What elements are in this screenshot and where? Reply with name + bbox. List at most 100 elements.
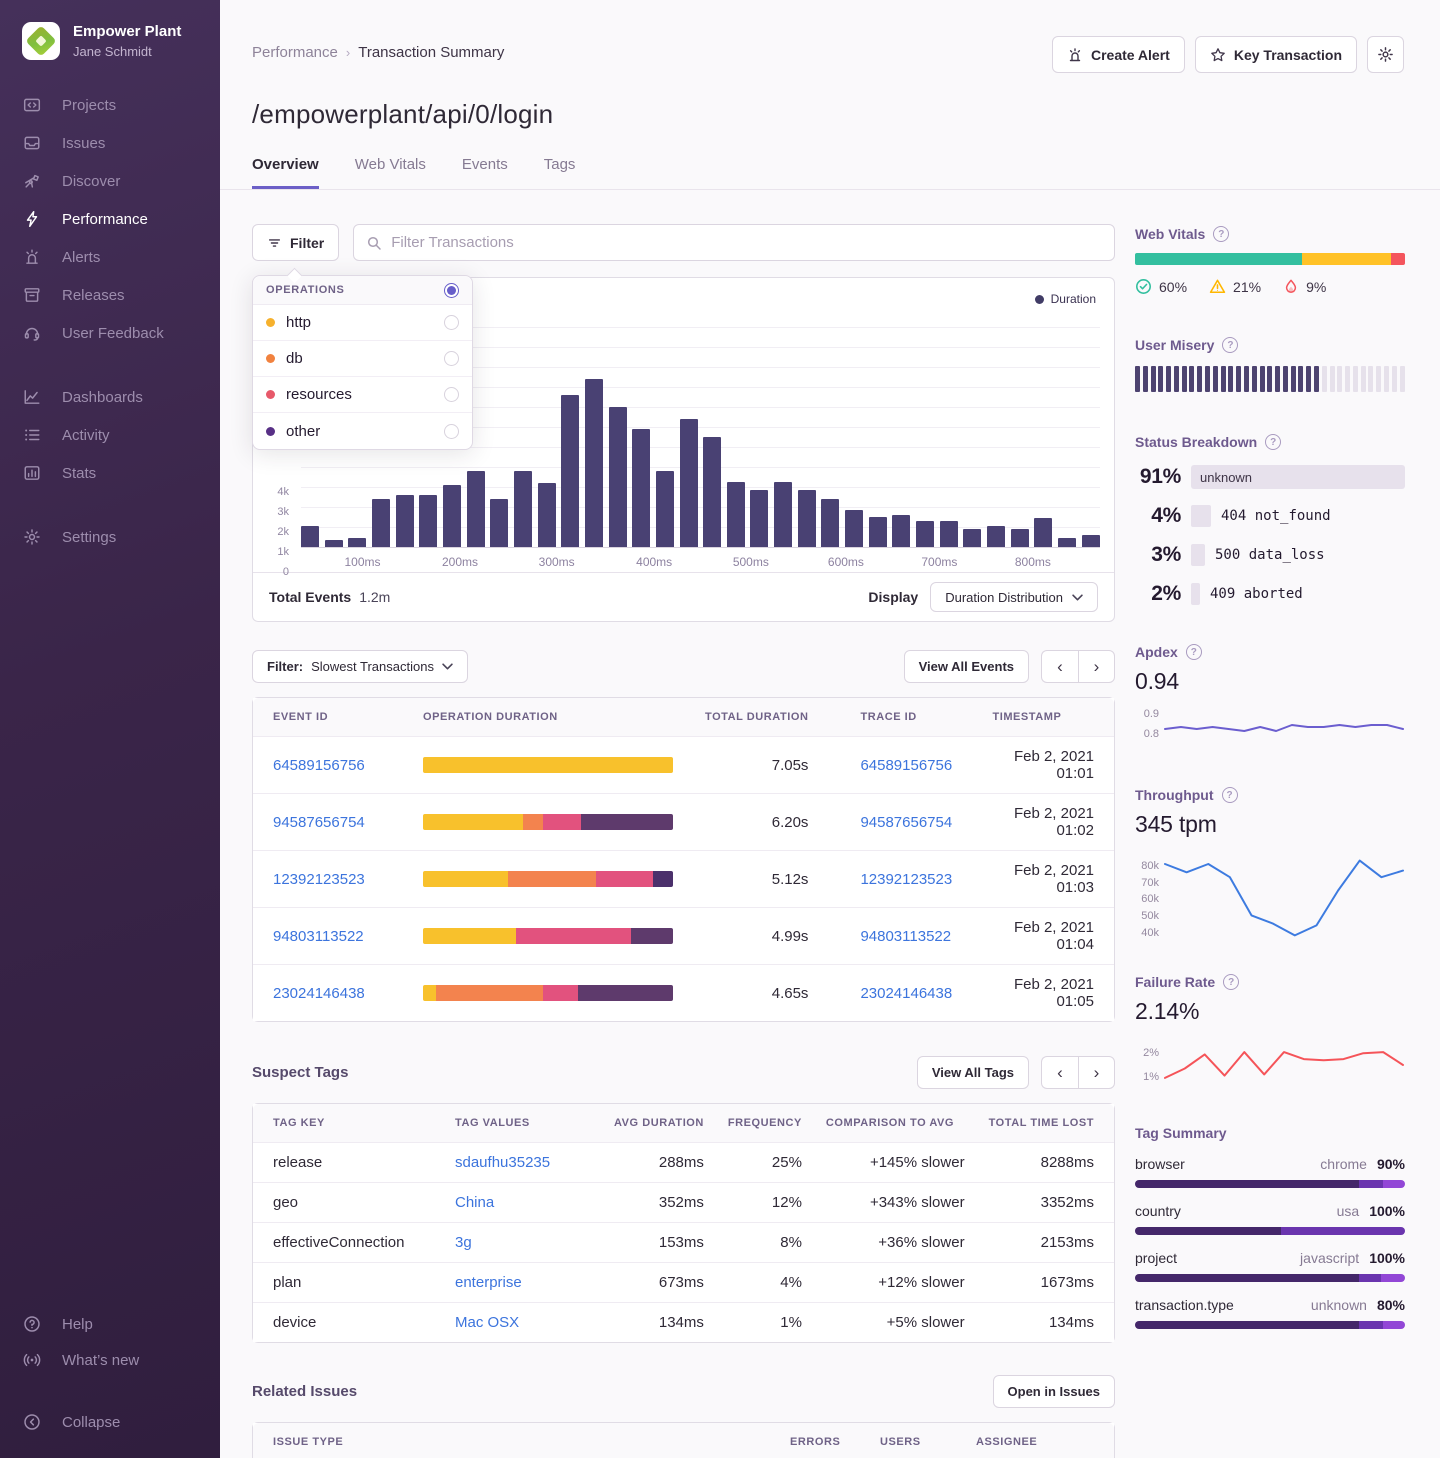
operations-all-radio[interactable] (444, 283, 459, 298)
tag-value-link[interactable]: Mac OSX (455, 1314, 519, 1331)
sidebar-item-dashboards[interactable]: Dashboards (0, 378, 220, 416)
operation-item-resources[interactable]: resources (253, 377, 472, 413)
event-id-link[interactable]: 12392123523 (273, 871, 365, 888)
tab-events[interactable]: Events (462, 156, 508, 189)
filter-button[interactable]: Filter (252, 224, 339, 261)
total-events-label: Total Events (269, 589, 351, 605)
display-select[interactable]: Duration Distribution (930, 582, 1098, 612)
events-table: EVENT ID OPERATION DURATION TOTAL DURATI… (253, 698, 1114, 1021)
tag-summary-value: chrome (1320, 1156, 1367, 1172)
sidebar-item-alerts[interactable]: Alerts (0, 238, 220, 276)
sidebar-item-projects[interactable]: Projects (0, 86, 220, 124)
breadcrumb-current: Transaction Summary (358, 44, 504, 61)
search-box (353, 224, 1115, 261)
view-all-events-button[interactable]: View All Events (904, 650, 1029, 683)
sidebar-item-settings[interactable]: Settings (0, 518, 220, 556)
operation-item-other[interactable]: other (253, 413, 472, 449)
operation-item-db[interactable]: db (253, 341, 472, 377)
timestamp: Feb 2, 2021 01:02 (980, 794, 1114, 851)
total-duration: 7.05s (693, 737, 820, 794)
operation-label: db (286, 350, 433, 367)
failure-rate-section: Failure Rate ? 2.14% 2%1% (1135, 974, 1405, 1087)
sidebar-item-user-feedback[interactable]: User Feedback (0, 314, 220, 352)
status-bar: unknown (1191, 465, 1405, 489)
next-page-button[interactable]: › (1078, 650, 1115, 683)
tag-summary-value: unknown (1311, 1297, 1367, 1313)
tag-key: device (253, 1303, 443, 1343)
create-alert-button[interactable]: Create Alert (1052, 36, 1185, 73)
events-filter-select[interactable]: Filter: Slowest Transactions (252, 650, 468, 683)
tag-summary-key: browser (1135, 1156, 1320, 1172)
event-id-link[interactable]: 64589156756 (273, 757, 365, 774)
sidebar-item-discover[interactable]: Discover (0, 162, 220, 200)
comparison: +145% slower (814, 1143, 977, 1183)
sidebar-item-whats-new[interactable]: What’s new (0, 1342, 220, 1378)
prev-page-button[interactable]: ‹ (1041, 1056, 1078, 1089)
search-input[interactable] (391, 234, 1102, 251)
warning-triangle-icon (1209, 278, 1226, 295)
help-icon[interactable]: ? (1222, 337, 1238, 353)
prev-page-button[interactable]: ‹ (1041, 650, 1078, 683)
breadcrumb-performance[interactable]: Performance (252, 44, 338, 61)
frequency: 12% (716, 1183, 814, 1223)
col-issue-type: ISSUE TYPE (253, 1423, 778, 1458)
operations-header-row[interactable]: OPERATIONS (253, 276, 472, 305)
key-transaction-label: Key Transaction (1234, 47, 1342, 63)
histogram-x-axis: 100ms200ms300ms400ms500ms600ms700ms800ms (301, 548, 1100, 572)
sidebar-item-help[interactable]: Help (0, 1306, 220, 1342)
tag-summary-value: javascript (1300, 1250, 1359, 1266)
tag-value-link[interactable]: enterprise (455, 1274, 522, 1291)
tag-row: release sdaufhu35235 288ms 25% +145% slo… (253, 1143, 1114, 1183)
operation-item-http[interactable]: http (253, 305, 472, 341)
sidebar-item-performance[interactable]: Performance (0, 200, 220, 238)
user-misery-title: User Misery (1135, 337, 1214, 353)
other-radio[interactable] (444, 424, 459, 439)
resources-radio[interactable] (444, 387, 459, 402)
tab-web-vitals[interactable]: Web Vitals (355, 156, 426, 189)
gear-icon (22, 527, 42, 547)
timestamp: Feb 2, 2021 01:05 (980, 965, 1114, 1022)
status-bar (1191, 505, 1211, 527)
key-transaction-button[interactable]: Key Transaction (1195, 36, 1357, 73)
tag-value-link[interactable]: 3g (455, 1234, 472, 1251)
trace-id-link[interactable]: 12392123523 (860, 871, 952, 888)
frequency: 1% (716, 1303, 814, 1343)
trace-id-link[interactable]: 94803113522 (860, 928, 951, 945)
settings-button[interactable] (1367, 36, 1404, 73)
sidebar-item-collapse[interactable]: Collapse (0, 1404, 220, 1440)
help-icon[interactable]: ? (1223, 974, 1239, 990)
web-vitals-meh-pct: 21% (1233, 279, 1261, 295)
event-id-link[interactable]: 94587656754 (273, 814, 365, 831)
event-row: 23024146438 4.65s 23024146438 Feb 2, 202… (253, 965, 1114, 1022)
event-id-link[interactable]: 94803113522 (273, 928, 364, 945)
sidebar-item-activity[interactable]: Activity (0, 416, 220, 454)
next-page-button[interactable]: › (1078, 1056, 1115, 1089)
event-row: 64589156756 7.05s 64589156756 Feb 2, 202… (253, 737, 1114, 794)
tag-value-link[interactable]: sdaufhu35235 (455, 1154, 550, 1171)
help-icon[interactable]: ? (1213, 226, 1229, 242)
help-icon[interactable]: ? (1265, 434, 1281, 450)
tag-summary-title: Tag Summary (1135, 1125, 1227, 1141)
org-switcher[interactable]: Empower Plant Jane Schmidt (0, 22, 220, 86)
http-radio[interactable] (444, 315, 459, 330)
sidebar-item-issues[interactable]: Issues (0, 124, 220, 162)
status-pct: 4% (1135, 504, 1181, 528)
trace-id-link[interactable]: 64589156756 (860, 757, 952, 774)
tag-value-link[interactable]: China (455, 1194, 494, 1211)
trace-id-link[interactable]: 94587656754 (860, 814, 952, 831)
user-name: Jane Schmidt (73, 44, 181, 59)
tab-overview[interactable]: Overview (252, 156, 319, 189)
sidebar-item-stats[interactable]: Stats (0, 454, 220, 492)
db-radio[interactable] (444, 351, 459, 366)
throughput-title: Throughput (1135, 787, 1214, 803)
trace-id-link[interactable]: 23024146438 (860, 985, 952, 1002)
open-in-issues-button[interactable]: Open in Issues (993, 1375, 1115, 1408)
sidebar-item-releases[interactable]: Releases (0, 276, 220, 314)
events-filter-label: Filter: (267, 659, 303, 674)
help-icon[interactable]: ? (1186, 644, 1202, 660)
view-all-tags-button[interactable]: View All Tags (917, 1056, 1029, 1089)
event-id-link[interactable]: 23024146438 (273, 985, 365, 1002)
help-icon[interactable]: ? (1222, 787, 1238, 803)
page-title: /empowerplant/api/0/login (252, 99, 1404, 130)
tab-tags[interactable]: Tags (544, 156, 576, 189)
